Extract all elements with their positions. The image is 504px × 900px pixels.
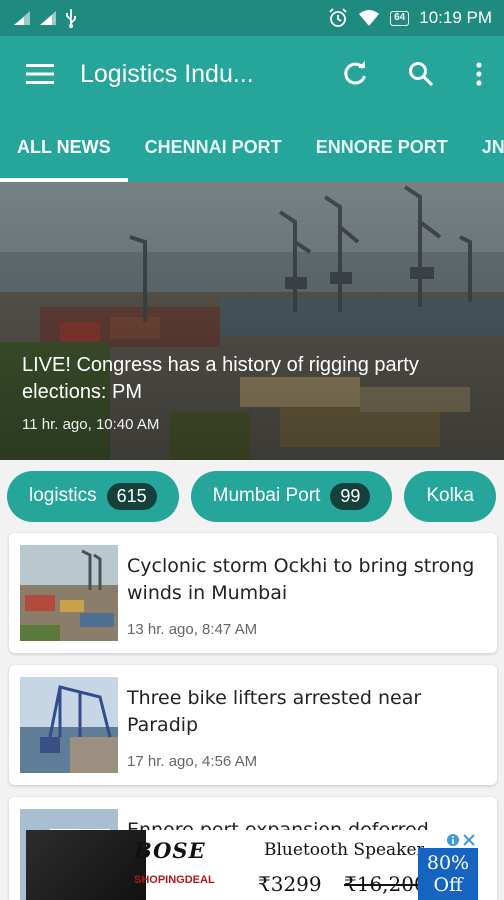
featured-story[interactable]: LIVE! Congress has a history of rigging … — [0, 182, 504, 460]
ad-banner[interactable]: BOSE Bluetooth Speaker SHOPINGDEAL ₹3299… — [26, 830, 478, 900]
article-title: Cyclonic storm Ockhi to bring strong win… — [127, 555, 475, 604]
ad-discount-word: Off — [433, 874, 463, 896]
ad-discount-badge: 80% Off — [418, 848, 478, 900]
search-button[interactable] — [388, 36, 454, 112]
article-card[interactable]: Cyclonic storm Ockhi to bring strong win… — [9, 533, 497, 653]
clock: 10:19 PM — [419, 8, 492, 27]
featured-timestamp: 11 hr. ago, 10:40 AM — [22, 416, 160, 433]
ad-speaker-image — [26, 830, 146, 900]
refresh-button[interactable] — [322, 36, 388, 112]
tab-jn[interactable]: JN — [465, 112, 504, 182]
article-card[interactable]: Three bike lifters arrested near Paradip… — [9, 665, 497, 785]
article-thumbnail — [20, 677, 118, 773]
article-thumbnail — [20, 545, 118, 641]
article-timestamp: 13 hr. ago, 8:47 AM — [127, 621, 258, 638]
chip-kolka[interactable]: Kolka — [404, 470, 496, 522]
ad-brand: BOSE — [134, 838, 206, 863]
wifi-icon — [359, 10, 380, 26]
article-title: Three bike lifters arrested near Paradip — [127, 687, 422, 736]
featured-headline: LIVE! Congress has a history of rigging … — [22, 354, 419, 403]
chip-label: Kolka — [426, 485, 474, 506]
tab-all-news[interactable]: ALL NEWS — [0, 112, 128, 182]
signal-icon — [40, 11, 56, 25]
chip-logistics[interactable]: logistics 615 — [7, 470, 179, 522]
ad-discount-value: 80% — [426, 852, 470, 874]
app-bar: Logistics Indu... — [0, 36, 504, 112]
page-title: Logistics Indu... — [80, 59, 254, 88]
more-options-button[interactable] — [454, 36, 504, 112]
menu-icon — [26, 64, 54, 84]
chip-count: 615 — [106, 482, 157, 510]
category-tabs: ALL NEWS CHENNAI PORT ENNORE PORT JN — [0, 112, 504, 182]
ad-choices[interactable] — [424, 832, 476, 848]
more-vert-icon — [476, 62, 482, 86]
alarm-icon — [329, 8, 347, 27]
tab-ennore-port[interactable]: ENNORE PORT — [299, 112, 465, 182]
signal-icon — [14, 11, 30, 25]
chip-label: Mumbai Port — [212, 485, 321, 506]
ad-info-icon[interactable] — [446, 833, 460, 847]
battery-indicator: 64 — [390, 10, 410, 26]
chip-mumbai-port[interactable]: Mumbai Port 99 — [190, 470, 393, 522]
ad-close-icon[interactable] — [462, 833, 476, 847]
topic-chips: logistics 615 Mumbai Port 99 Kolka — [0, 460, 504, 532]
ad-old-price: ₹16,200 — [344, 872, 427, 896]
tab-chennai-port[interactable]: CHENNAI PORT — [128, 112, 299, 182]
status-bar: 64 10:19 PM — [0, 0, 504, 36]
ad-price: ₹3299 — [258, 872, 322, 896]
usb-icon — [66, 9, 76, 28]
article-timestamp: 17 hr. ago, 4:56 AM — [127, 753, 258, 770]
chip-label: logistics — [29, 485, 97, 506]
refresh-icon — [344, 61, 366, 85]
chip-count: 99 — [330, 482, 371, 510]
ad-product: Bluetooth Speaker — [264, 840, 425, 860]
ad-shop-logo: SHOPINGDEAL — [134, 874, 215, 886]
search-icon — [409, 62, 434, 87]
